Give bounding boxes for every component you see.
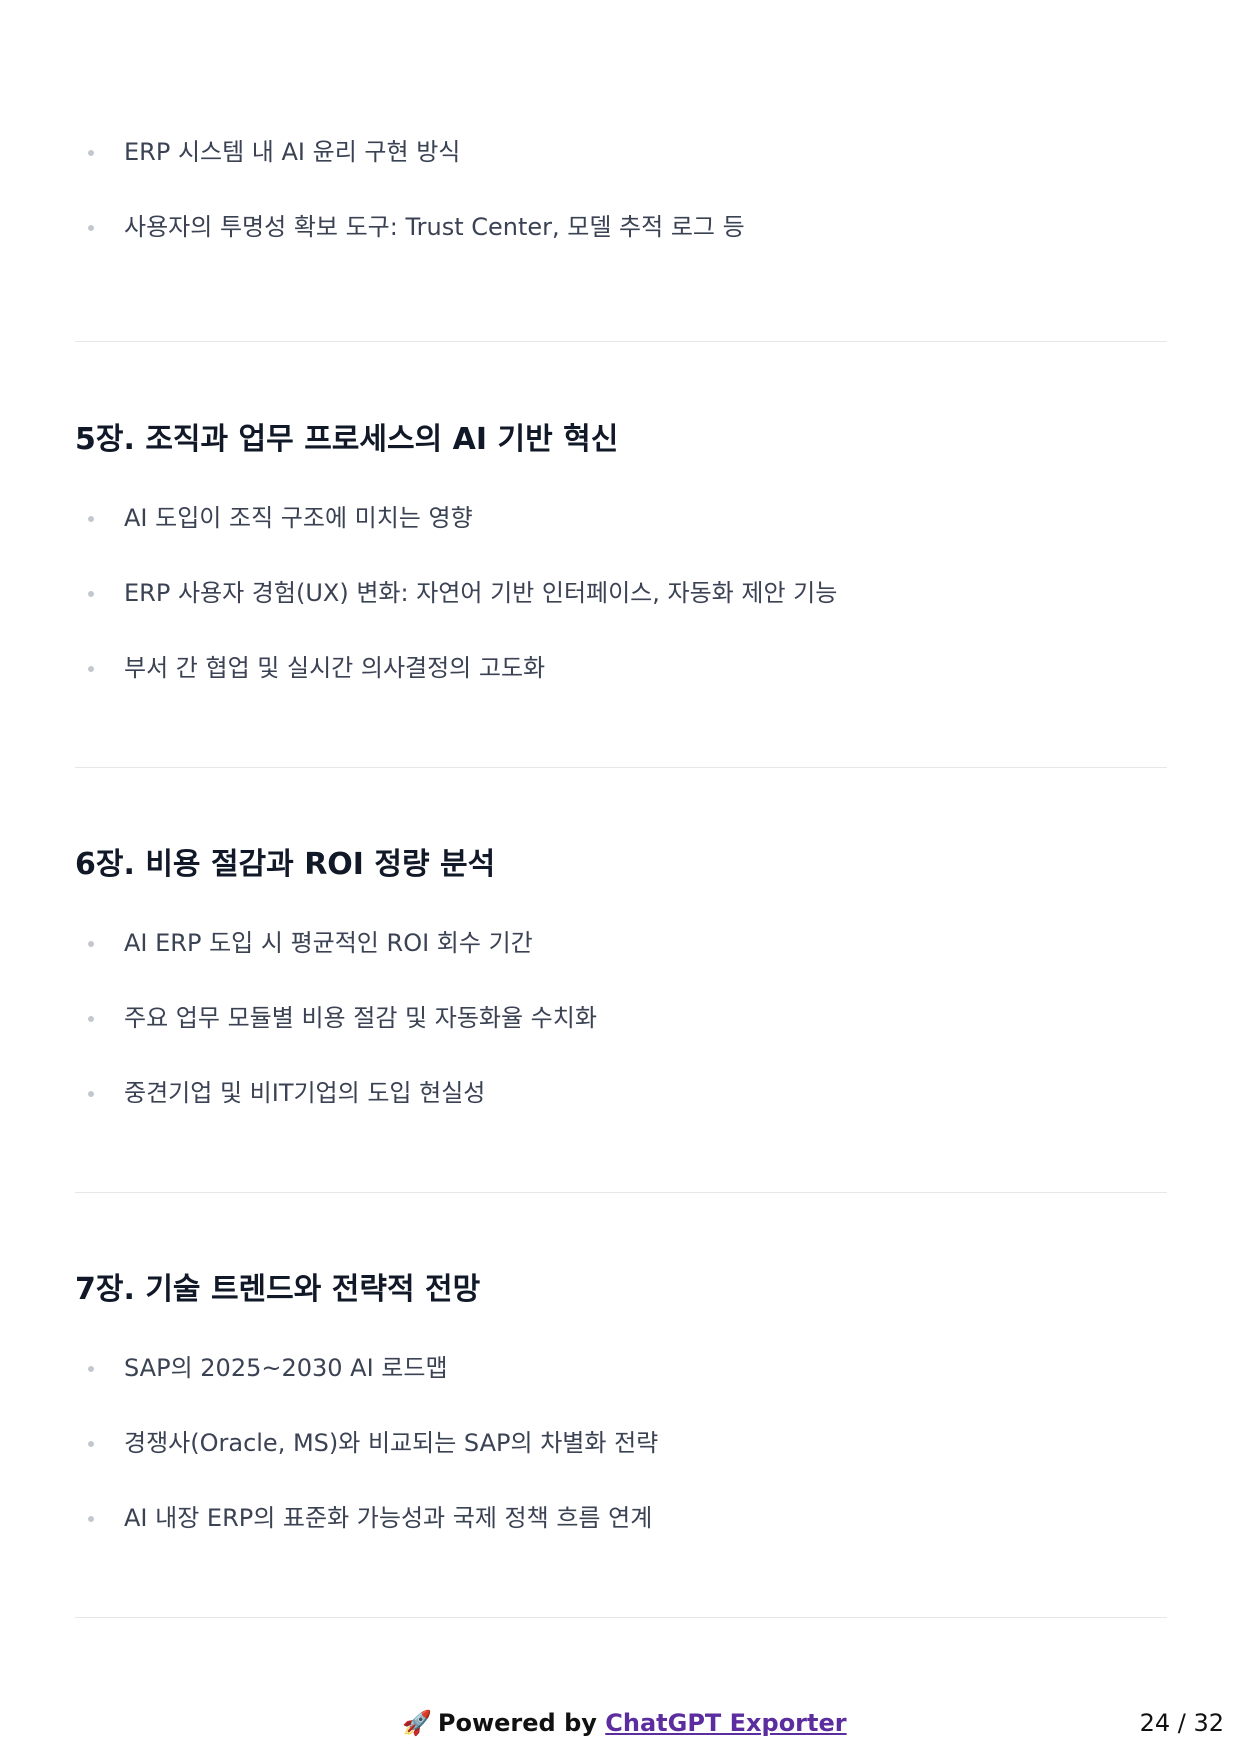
list-item-text: AI 도입이 조직 구조에 미치는 영향 [124,504,473,532]
bullet-dot-icon [88,666,94,672]
list-item: 사용자의 투명성 확보 도구: Trust Center, 모델 추적 로그 등 [75,212,1167,242]
list-item: AI ERP 도입 시 평균적인 ROI 회수 기간 [75,928,1167,958]
list-item: 부서 간 협업 및 실시간 의사결정의 고도화 [75,653,1167,683]
list-item-text: AI ERP 도입 시 평균적인 ROI 회수 기간 [124,929,533,957]
chapter-6-bullets: AI ERP 도입 시 평균적인 ROI 회수 기간 주요 업무 모듈별 비용 … [75,928,1167,1153]
list-item: SAP의 2025~2030 AI 로드맵 [75,1353,1167,1383]
chapter-7-bullets: SAP의 2025~2030 AI 로드맵 경쟁사(Oracle, MS)와 비… [75,1353,1167,1578]
list-item-text: 부서 간 협업 및 실시간 의사결정의 고도화 [124,654,546,682]
list-item-text: ERP 사용자 경험(UX) 변화: 자연어 기반 인터페이스, 자동화 제안 … [124,579,838,607]
powered-by-credit: 🚀 Powered by ChatGPT Exporter [402,1706,847,1740]
list-item: 중견기업 및 비IT기업의 도입 현실성 [75,1078,1167,1108]
chapter-7-bullet-list: SAP의 2025~2030 AI 로드맵 경쟁사(Oracle, MS)와 비… [75,1353,1167,1533]
list-item: ERP 사용자 경험(UX) 변화: 자연어 기반 인터페이스, 자동화 제안 … [75,578,1167,608]
bullet-dot-icon [88,1016,94,1022]
chapter-5-section: 5장. 조직과 업무 프로세스의 AI 기반 혁신 [75,420,1167,460]
rocket-icon: 🚀 [402,1709,432,1737]
page-number: 24 / 32 [1139,1709,1224,1737]
chapter-7-heading: 7장. 기술 트렌드와 전략적 전망 [75,1272,481,1307]
bullet-dot-icon [88,1366,94,1372]
list-item: ERP 시스템 내 AI 윤리 구현 방식 [75,137,1167,167]
page-footer: 🚀 Powered by ChatGPT Exporter 24 / 32 [0,1706,1242,1740]
chapter-7-section: 7장. 기술 트렌드와 전략적 전망 [75,1270,1167,1310]
divider [75,1192,1167,1193]
bullet-dot-icon [88,1441,94,1447]
divider [75,341,1167,342]
list-item-text: 주요 업무 모듈별 비용 절감 및 자동화율 수치화 [124,1004,597,1032]
bullet-dot-icon [88,516,94,522]
bullet-dot-icon [88,150,94,156]
list-item-text: ERP 시스템 내 AI 윤리 구현 방식 [124,138,461,166]
divider [75,767,1167,768]
chapter-5-bullets: AI 도입이 조직 구조에 미치는 영향 ERP 사용자 경험(UX) 변화: … [75,503,1167,728]
list-item-text: SAP의 2025~2030 AI 로드맵 [124,1354,448,1382]
bullet-dot-icon [88,591,94,597]
chapter-5-heading: 5장. 조직과 업무 프로세스의 AI 기반 혁신 [75,422,619,457]
bullet-dot-icon [88,225,94,231]
bullet-dot-icon [88,1516,94,1522]
intro-bullet-list: ERP 시스템 내 AI 윤리 구현 방식 사용자의 투명성 확보 도구: Tr… [75,137,1167,242]
list-item: 주요 업무 모듈별 비용 절감 및 자동화율 수치화 [75,1003,1167,1033]
bullet-dot-icon [88,1091,94,1097]
chatgpt-exporter-link[interactable]: ChatGPT Exporter [605,1709,846,1737]
chapter-5-bullet-list: AI 도입이 조직 구조에 미치는 영향 ERP 사용자 경험(UX) 변화: … [75,503,1167,683]
powered-by-label: Powered by [437,1709,597,1737]
list-item-text: AI 내장 ERP의 표준화 가능성과 국제 정책 흐름 연계 [124,1504,653,1532]
divider [75,1617,1167,1618]
bullet-dot-icon [88,941,94,947]
list-item-text: 경쟁사(Oracle, MS)와 비교되는 SAP의 차별화 전략 [124,1429,659,1457]
list-item-text: 중견기업 및 비IT기업의 도입 현실성 [124,1079,486,1107]
intro-section: ERP 시스템 내 AI 윤리 구현 방식 사용자의 투명성 확보 도구: Tr… [75,137,1167,287]
list-item: AI 내장 ERP의 표준화 가능성과 국제 정책 흐름 연계 [75,1503,1167,1533]
list-item-text: 사용자의 투명성 확보 도구: Trust Center, 모델 추적 로그 등 [124,213,745,241]
chapter-6-heading: 6장. 비용 절감과 ROI 정량 분석 [75,847,496,882]
chapter-6-bullet-list: AI ERP 도입 시 평균적인 ROI 회수 기간 주요 업무 모듈별 비용 … [75,928,1167,1108]
list-item: 경쟁사(Oracle, MS)와 비교되는 SAP의 차별화 전략 [75,1428,1167,1458]
chapter-6-section: 6장. 비용 절감과 ROI 정량 분석 [75,845,1167,885]
list-item: AI 도입이 조직 구조에 미치는 영향 [75,503,1167,533]
